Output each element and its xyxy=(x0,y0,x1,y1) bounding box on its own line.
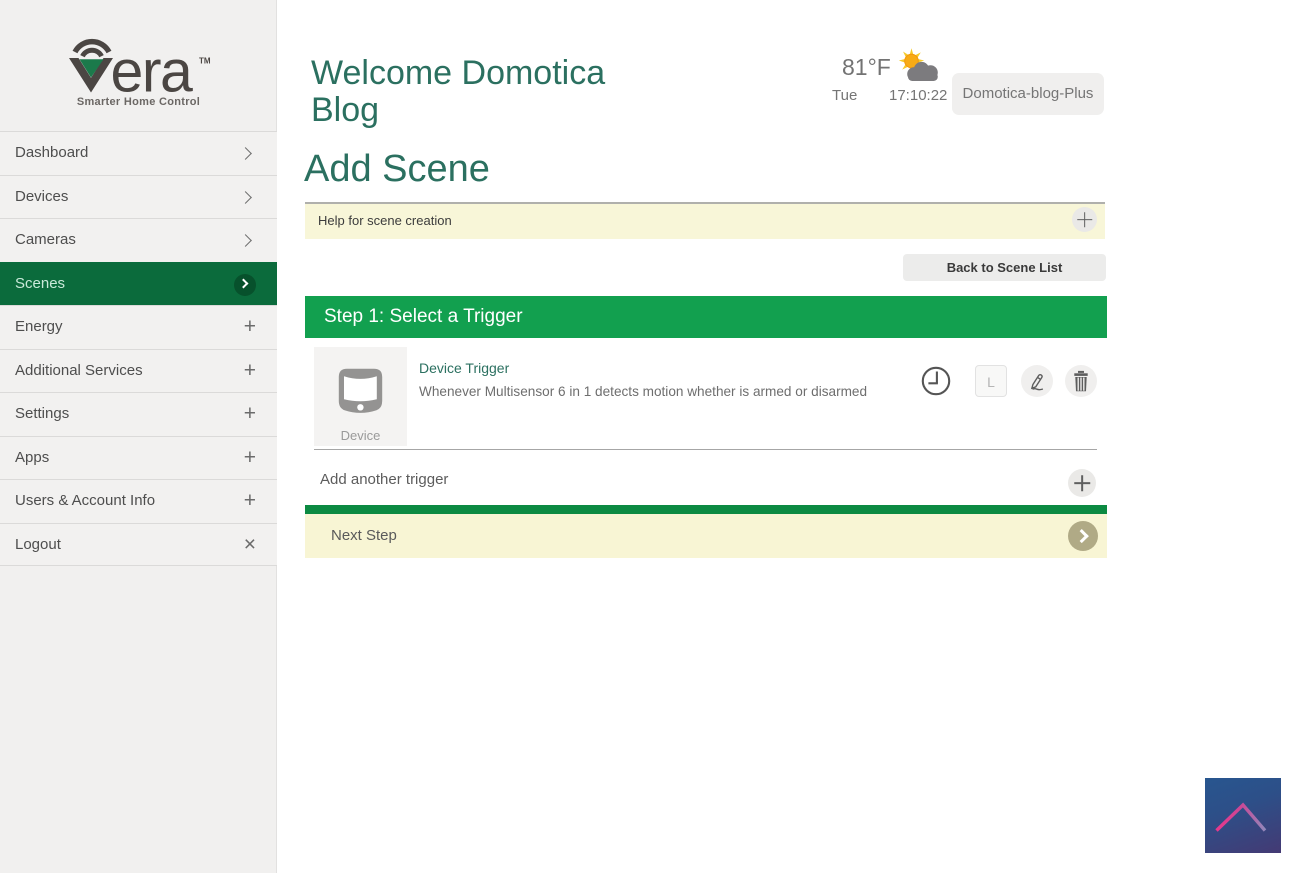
svg-text:era: era xyxy=(111,39,193,105)
svg-text:TM: TM xyxy=(199,57,211,66)
svg-text:Smarter Home Control: Smarter Home Control xyxy=(77,96,200,108)
